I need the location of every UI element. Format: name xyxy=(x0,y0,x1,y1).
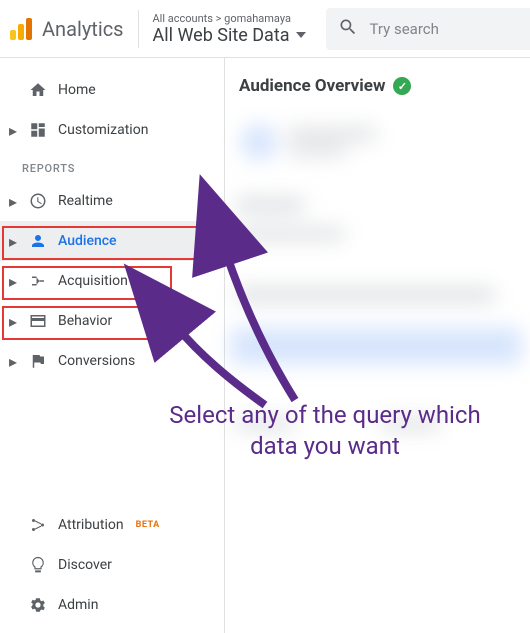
section-label-reports: REPORTS xyxy=(0,150,224,181)
sidebar-item-label: Behavior xyxy=(58,313,112,329)
person-icon xyxy=(26,232,50,250)
brand-name: Analytics xyxy=(42,17,124,41)
sidebar-item-label: Acquisition xyxy=(58,273,128,289)
header-divider xyxy=(138,10,139,48)
chevron-right-icon: ▸ xyxy=(8,272,18,291)
annotation-text: Select any of the query which data you w… xyxy=(155,400,495,462)
chevron-right-icon: ▸ xyxy=(8,352,18,371)
sidebar-item-realtime[interactable]: ▸ Realtime xyxy=(0,181,224,221)
breadcrumb: All accounts > gomahamaya xyxy=(153,12,306,25)
sidebar-item-attribution[interactable]: Attribution BETA xyxy=(0,505,224,545)
beta-badge: BETA xyxy=(136,520,160,530)
chevron-right-icon: ▸ xyxy=(8,192,18,211)
search-icon xyxy=(338,17,358,41)
sidebar-item-discover[interactable]: Discover xyxy=(0,545,224,585)
sidebar-item-label: Home xyxy=(58,82,96,98)
clock-icon xyxy=(26,192,50,210)
behavior-icon xyxy=(26,312,50,330)
attribution-icon xyxy=(26,516,50,534)
search-placeholder: Try search xyxy=(370,20,439,38)
home-icon xyxy=(26,81,50,99)
caret-down-icon xyxy=(296,32,306,38)
flag-icon xyxy=(26,352,50,370)
ga-logo xyxy=(10,18,32,40)
sidebar-item-label: Realtime xyxy=(58,193,113,209)
view-name: All Web Site Data xyxy=(153,25,290,46)
dashboard-icon xyxy=(26,121,50,139)
sidebar-item-customization[interactable]: ▸ Customization xyxy=(0,110,224,150)
page-title: Audience Overview xyxy=(239,76,385,96)
sidebar-item-label: Customization xyxy=(58,122,148,138)
sidebar-item-label: Discover xyxy=(58,557,112,573)
sidebar-item-label: Attribution xyxy=(58,517,124,533)
gear-icon xyxy=(26,596,50,614)
verified-shield-icon xyxy=(393,77,411,95)
chevron-right-icon: ▸ xyxy=(8,121,18,140)
sidebar-item-label: Admin xyxy=(58,597,98,613)
page-title-row: Audience Overview xyxy=(239,76,530,96)
sidebar-item-label: Audience xyxy=(58,233,117,249)
sidebar-item-home[interactable]: Home xyxy=(0,70,224,110)
acquisition-icon xyxy=(26,272,50,290)
app-header: Analytics All accounts > gomahamaya All … xyxy=(0,0,530,58)
search-bar[interactable]: Try search xyxy=(326,8,530,50)
sidebar-item-admin[interactable]: Admin xyxy=(0,585,224,625)
lightbulb-icon xyxy=(26,556,50,574)
chevron-right-icon: ▸ xyxy=(8,232,18,251)
account-picker[interactable]: All accounts > gomahamaya All Web Site D… xyxy=(153,12,306,46)
chevron-right-icon: ▸ xyxy=(8,312,18,331)
